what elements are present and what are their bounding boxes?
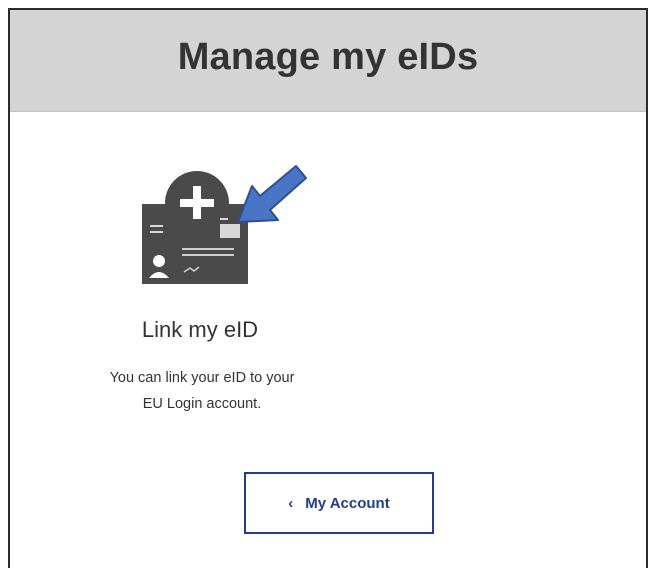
my-account-button[interactable]: ‹ My Account (244, 472, 434, 534)
description-line-1: You can link your eID to your (109, 370, 295, 386)
person-icon-head (153, 255, 165, 267)
page-title: Manage my eIDs (177, 36, 479, 78)
link-eid-description: You can link your eID to your EU Login a… (10, 365, 394, 417)
card-line (182, 254, 234, 256)
card-dash (220, 218, 228, 220)
eid-card-add-icon[interactable] (138, 156, 318, 286)
page-frame: Manage my eIDs Link my eID You can link … (8, 8, 648, 568)
description-line-2: EU Login account. (142, 396, 262, 412)
plus-horizontal (180, 199, 214, 207)
link-eid-title: Link my eID (141, 317, 259, 342)
page-header: Manage my eIDs (10, 10, 646, 112)
card-dash (150, 231, 163, 233)
card-dash (150, 225, 163, 227)
card-chip (220, 224, 240, 238)
link-eid-icon-group[interactable] (138, 156, 318, 286)
blue-arrow-icon (237, 165, 307, 223)
chevron-left-icon: ‹ (288, 494, 294, 512)
my-account-label: My Account (305, 494, 390, 512)
card-line (182, 248, 234, 250)
